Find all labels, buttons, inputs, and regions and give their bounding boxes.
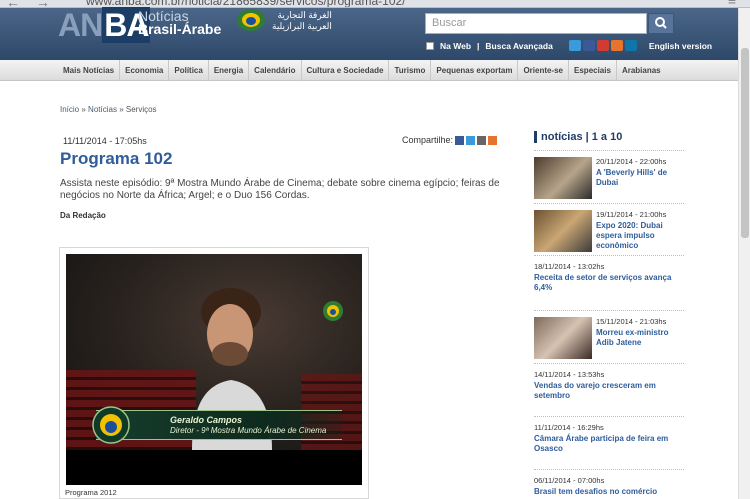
header-links: Na Web | Busca Avançada English version <box>426 40 712 51</box>
na-web-label[interactable]: Na Web <box>440 41 471 51</box>
news-headline[interactable]: Vendas do varejo cresceram em setembro <box>534 381 680 401</box>
chamber-name: الغرفة التجارية العربية البرازيلية <box>272 10 332 31</box>
news-headline[interactable]: A 'Beverly Hills' de Dubai <box>596 168 682 188</box>
linkedin-icon[interactable] <box>624 40 637 51</box>
nav-item[interactable]: Economia <box>120 60 170 81</box>
news-headline[interactable]: Receita de setor de serviços avança 6,4% <box>534 273 680 293</box>
menu-icon[interactable]: ≡ <box>728 0 736 7</box>
twitter-icon[interactable] <box>568 40 581 51</box>
news-headline[interactable]: Morreu ex-ministro Adib Jatene <box>596 328 682 348</box>
facebook-share-icon[interactable] <box>455 135 465 145</box>
news-date: 06/11/2014 - 07:00hs <box>534 476 605 485</box>
news-date: 14/11/2014 - 13:53hs <box>534 370 605 379</box>
search-icon <box>655 17 667 29</box>
news-thumbnail[interactable] <box>534 210 592 252</box>
news-headline[interactable]: Brasil tem desafios no comércio <box>534 487 680 497</box>
channel-logo-icon <box>323 301 343 321</box>
article-description: Assista neste episódio: 9ª Mostra Mundo … <box>60 178 500 201</box>
share-bar: Compartilhe: <box>402 135 498 145</box>
nav-item[interactable]: Pequenas exportam <box>431 60 519 81</box>
news-headline[interactable]: Câmara Árabe participa de feira em Osasc… <box>534 434 680 454</box>
nav-item[interactable]: Mais Notícias <box>58 60 121 81</box>
sidebar-news-item[interactable]: 18/11/2014 - 13:02hs Receita de setor de … <box>534 255 684 292</box>
more-share-icon[interactable] <box>488 135 498 145</box>
sidebar-news-item[interactable]: 06/11/2014 - 07:00hs Brasil tem desafios … <box>534 469 684 496</box>
news-date: 18/11/2014 - 13:02hs <box>534 262 605 271</box>
news-date: 20/11/2014 - 22:00hs <box>596 157 667 166</box>
rss-icon[interactable] <box>610 40 623 51</box>
nav-item[interactable]: Calendário <box>249 60 302 81</box>
site-name[interactable]: Notícias Brasil-Árabe <box>138 9 222 37</box>
video-container: Geraldo Campos Diretor - 9ª Mostra Mundo… <box>59 247 369 499</box>
video-person-role: Diretor - 9ª Mostra Mundo Árabe de Cinem… <box>170 426 327 435</box>
search-input[interactable]: Buscar <box>425 13 647 34</box>
page-scrollbar[interactable] <box>738 8 750 499</box>
social-links <box>568 40 637 51</box>
sidebar-news-item[interactable]: 14/11/2014 - 13:53hs Vendas do varejo cre… <box>534 363 684 400</box>
site-header: ANBA Notícias Brasil-Árabe الغرفة التجار… <box>0 7 738 60</box>
anba-logo[interactable]: ANBA <box>58 7 151 43</box>
email-share-icon[interactable] <box>477 135 487 145</box>
news-thumbnail[interactable] <box>534 157 592 199</box>
nav-item[interactable]: Cultura e Sociedade <box>302 60 390 81</box>
english-version-link[interactable]: English version <box>649 41 712 51</box>
main-nav: Mais Notícias Economia Política Energia Cale… <box>0 60 738 81</box>
nav-item[interactable]: Oriente-se <box>518 60 570 81</box>
nav-item[interactable]: Energia <box>209 60 250 81</box>
nav-item[interactable]: Arabianas <box>617 60 666 81</box>
facebook-icon[interactable] <box>582 40 595 51</box>
nav-item[interactable]: Política <box>169 60 209 81</box>
na-web-checkbox[interactable] <box>426 41 434 50</box>
back-forward-icon[interactable]: ← → <box>6 0 56 7</box>
lower-third-logo-icon <box>92 406 130 444</box>
sidebar-news-item[interactable]: 20/11/2014 - 22:00hs A 'Beverly Hills' de… <box>534 150 684 199</box>
sidebar-title: notícias | 1 a 10 <box>534 131 622 143</box>
article-title: Programa 102 <box>60 149 173 168</box>
article-byline: Da Redação <box>60 211 106 220</box>
scrollbar-thumb[interactable] <box>741 48 749 238</box>
site-name-line2: Brasil-Árabe <box>138 21 222 37</box>
chamber-logo-icon[interactable] <box>236 8 266 32</box>
news-date: 19/11/2014 - 21:00hs <box>596 210 667 219</box>
sidebar-news-item[interactable]: 15/11/2014 - 21:03hs Morreu ex-ministro A… <box>534 310 684 359</box>
video-player[interactable]: Geraldo Campos Diretor - 9ª Mostra Mundo… <box>66 254 362 485</box>
nav-item[interactable]: Turismo <box>389 60 432 81</box>
share-label: Compartilhe: <box>402 135 454 145</box>
article-datetime: 11/11/2014 - 17:05hs <box>63 136 147 146</box>
news-thumbnail[interactable] <box>534 317 592 359</box>
news-headline[interactable]: Expo 2020: Dubai espera impulso econômic… <box>596 221 682 251</box>
news-date: 15/11/2014 - 21:03hs <box>596 317 667 326</box>
breadcrumb-news[interactable]: Notícias <box>88 105 117 114</box>
twitter-share-icon[interactable] <box>466 135 476 145</box>
breadcrumb-home[interactable]: Início <box>60 105 79 114</box>
nav-item[interactable]: Especiais <box>569 60 617 81</box>
search-button[interactable] <box>648 13 674 34</box>
sidebar-news-item[interactable]: 19/11/2014 - 21:00hs Expo 2020: Dubai esp… <box>534 203 684 252</box>
busca-avancada-link[interactable]: Busca Avançada <box>485 41 552 51</box>
video-person-name: Geraldo Campos <box>170 415 243 425</box>
video-caption: Programa 2012 <box>65 488 117 497</box>
news-date: 11/11/2014 - 16:29hs <box>534 423 604 432</box>
youtube-icon[interactable] <box>596 40 609 51</box>
sidebar-news-item[interactable]: 11/11/2014 - 16:29hs Câmara Árabe partici… <box>534 416 684 453</box>
breadcrumb-current: Serviços <box>125 105 157 114</box>
breadcrumb: Início » Notícias » Serviços <box>60 105 157 114</box>
